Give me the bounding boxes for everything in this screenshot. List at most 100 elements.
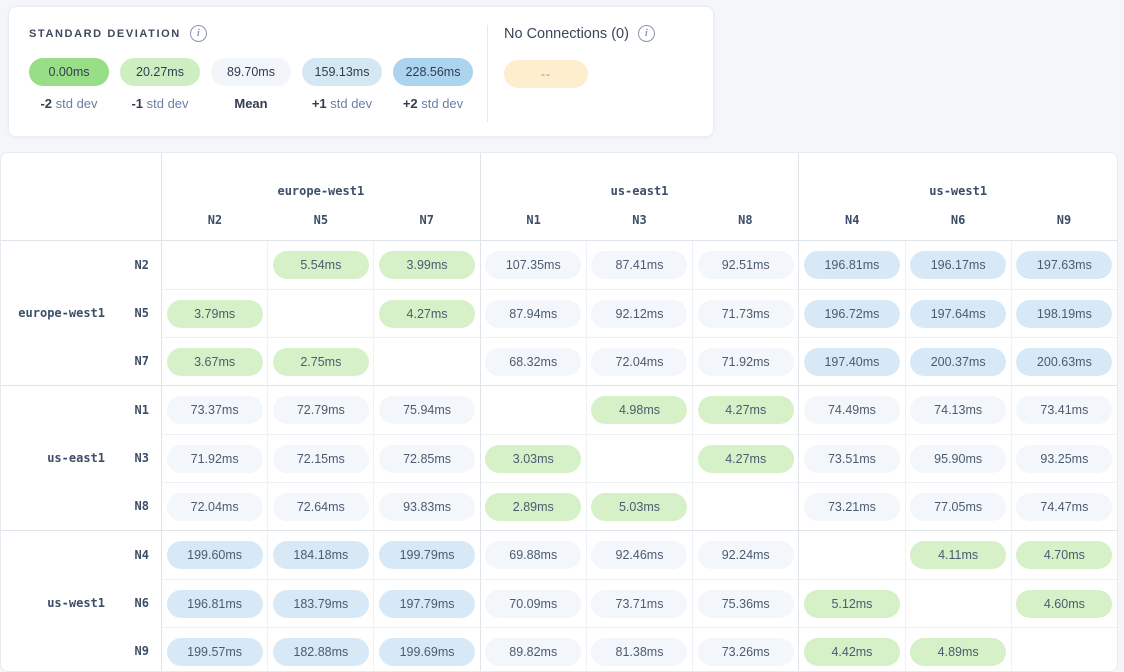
- row-node-label: N7: [127, 354, 149, 368]
- latency-cell: 196.81ms: [798, 241, 904, 289]
- latency-pill[interactable]: 93.25ms: [1016, 445, 1112, 473]
- column-region-label: us-west1: [799, 184, 1117, 198]
- latency-pill[interactable]: 200.63ms: [1016, 348, 1112, 376]
- latency-cell: 4.42ms: [798, 627, 904, 672]
- latency-pill[interactable]: 73.26ms: [698, 638, 794, 666]
- latency-pill[interactable]: 4.60ms: [1016, 590, 1112, 618]
- latency-pill[interactable]: 87.41ms: [591, 251, 687, 279]
- latency-cell: 199.69ms: [373, 627, 479, 672]
- legend-pill: 159.13ms: [302, 58, 382, 86]
- column-node-label: N7: [374, 213, 480, 227]
- latency-cell: [373, 337, 479, 385]
- latency-pill[interactable]: 72.79ms: [273, 396, 369, 424]
- latency-cell: [586, 434, 692, 482]
- latency-pill[interactable]: 72.85ms: [379, 445, 475, 473]
- row-label-cell: N8: [1, 482, 161, 530]
- row-label-cell: N9: [1, 627, 161, 672]
- latency-cell: [692, 482, 798, 530]
- latency-pill[interactable]: 75.36ms: [698, 590, 794, 618]
- matrix-row: europe-west1 N5 3.79ms 4.27ms 87.94ms 92.12ms…: [1, 289, 1117, 337]
- latency-pill[interactable]: 93.83ms: [379, 493, 475, 521]
- latency-pill[interactable]: 71.92ms: [167, 445, 263, 473]
- latency-pill[interactable]: 4.27ms: [379, 300, 475, 328]
- latency-pill[interactable]: 198.19ms: [1016, 300, 1112, 328]
- latency-pill[interactable]: 4.27ms: [698, 445, 794, 473]
- latency-pill[interactable]: 77.05ms: [910, 493, 1006, 521]
- latency-pill[interactable]: 184.18ms: [273, 541, 369, 569]
- latency-pill[interactable]: 107.35ms: [485, 251, 581, 279]
- row-region-label: europe-west1: [18, 306, 105, 320]
- latency-pill[interactable]: 72.04ms: [591, 348, 687, 376]
- latency-pill[interactable]: 92.51ms: [698, 251, 794, 279]
- latency-pill[interactable]: 81.38ms: [591, 638, 687, 666]
- row-node-label: N5: [127, 306, 149, 320]
- latency-pill[interactable]: 182.88ms: [273, 638, 369, 666]
- latency-pill[interactable]: 72.15ms: [273, 445, 369, 473]
- latency-pill[interactable]: 72.04ms: [167, 493, 263, 521]
- latency-pill[interactable]: 3.99ms: [379, 251, 475, 279]
- latency-pill[interactable]: 74.13ms: [910, 396, 1006, 424]
- latency-pill[interactable]: 199.69ms: [379, 638, 475, 666]
- latency-cell: 184.18ms: [267, 531, 373, 579]
- latency-cell: 4.60ms: [1011, 579, 1117, 627]
- latency-pill[interactable]: 92.46ms: [591, 541, 687, 569]
- latency-pill[interactable]: 4.70ms: [1016, 541, 1112, 569]
- latency-pill[interactable]: 4.27ms: [698, 396, 794, 424]
- latency-pill[interactable]: 196.81ms: [167, 590, 263, 618]
- latency-pill[interactable]: 73.37ms: [167, 396, 263, 424]
- latency-pill[interactable]: 73.21ms: [804, 493, 900, 521]
- latency-pill[interactable]: 5.54ms: [273, 251, 369, 279]
- latency-cell: 72.04ms: [586, 337, 692, 385]
- latency-pill[interactable]: 2.89ms: [485, 493, 581, 521]
- latency-pill[interactable]: 95.90ms: [910, 445, 1006, 473]
- latency-pill[interactable]: 197.64ms: [910, 300, 1006, 328]
- latency-pill[interactable]: 75.94ms: [379, 396, 475, 424]
- latency-pill[interactable]: 197.40ms: [804, 348, 900, 376]
- latency-pill[interactable]: 199.60ms: [167, 541, 263, 569]
- latency-pill[interactable]: 3.67ms: [167, 348, 263, 376]
- latency-pill[interactable]: 196.17ms: [910, 251, 1006, 279]
- matrix-row: N173.37ms72.79ms75.94ms4.98ms4.27ms74.49…: [1, 386, 1117, 434]
- latency-pill[interactable]: 2.75ms: [273, 348, 369, 376]
- latency-pill[interactable]: 183.79ms: [273, 590, 369, 618]
- latency-pill[interactable]: 200.37ms: [910, 348, 1006, 376]
- latency-pill[interactable]: 197.63ms: [1016, 251, 1112, 279]
- latency-pill[interactable]: 71.73ms: [698, 300, 794, 328]
- latency-pill[interactable]: 5.03ms: [591, 493, 687, 521]
- latency-pill[interactable]: 72.64ms: [273, 493, 369, 521]
- latency-pill[interactable]: 4.89ms: [910, 638, 1006, 666]
- latency-pill[interactable]: 197.79ms: [379, 590, 475, 618]
- latency-pill[interactable]: 70.09ms: [485, 590, 581, 618]
- info-icon[interactable]: i: [190, 25, 207, 42]
- latency-pill[interactable]: 89.82ms: [485, 638, 581, 666]
- latency-cell: 3.79ms: [161, 289, 267, 337]
- latency-pill[interactable]: 71.92ms: [698, 348, 794, 376]
- latency-pill[interactable]: 92.24ms: [698, 541, 794, 569]
- latency-pill[interactable]: 73.71ms: [591, 590, 687, 618]
- column-region-group: us-west1N4N6N9: [798, 153, 1117, 240]
- latency-pill[interactable]: 74.49ms: [804, 396, 900, 424]
- latency-pill[interactable]: 73.41ms: [1016, 396, 1112, 424]
- latency-pill[interactable]: 4.42ms: [804, 638, 900, 666]
- latency-pill[interactable]: 87.94ms: [485, 300, 581, 328]
- latency-pill[interactable]: 68.32ms: [485, 348, 581, 376]
- latency-pill[interactable]: 196.72ms: [804, 300, 900, 328]
- latency-cell: 2.89ms: [480, 482, 586, 530]
- latency-cell: 107.35ms: [480, 241, 586, 289]
- latency-pill[interactable]: 92.12ms: [591, 300, 687, 328]
- latency-pill[interactable]: 74.47ms: [1016, 493, 1112, 521]
- latency-pill[interactable]: 4.98ms: [591, 396, 687, 424]
- latency-pill[interactable]: 73.51ms: [804, 445, 900, 473]
- latency-pill[interactable]: 5.12ms: [804, 590, 900, 618]
- latency-pill[interactable]: 3.79ms: [167, 300, 263, 328]
- row-region-group: N173.37ms72.79ms75.94ms4.98ms4.27ms74.49…: [1, 385, 1117, 530]
- latency-pill[interactable]: 196.81ms: [804, 251, 900, 279]
- info-icon[interactable]: i: [638, 25, 655, 42]
- latency-pill[interactable]: 4.11ms: [910, 541, 1006, 569]
- latency-pill[interactable]: 3.03ms: [485, 445, 581, 473]
- latency-pill[interactable]: 199.57ms: [167, 638, 263, 666]
- latency-cell: 71.73ms: [692, 289, 798, 337]
- latency-cell: 73.21ms: [798, 482, 904, 530]
- latency-pill[interactable]: 69.88ms: [485, 541, 581, 569]
- latency-pill[interactable]: 199.79ms: [379, 541, 475, 569]
